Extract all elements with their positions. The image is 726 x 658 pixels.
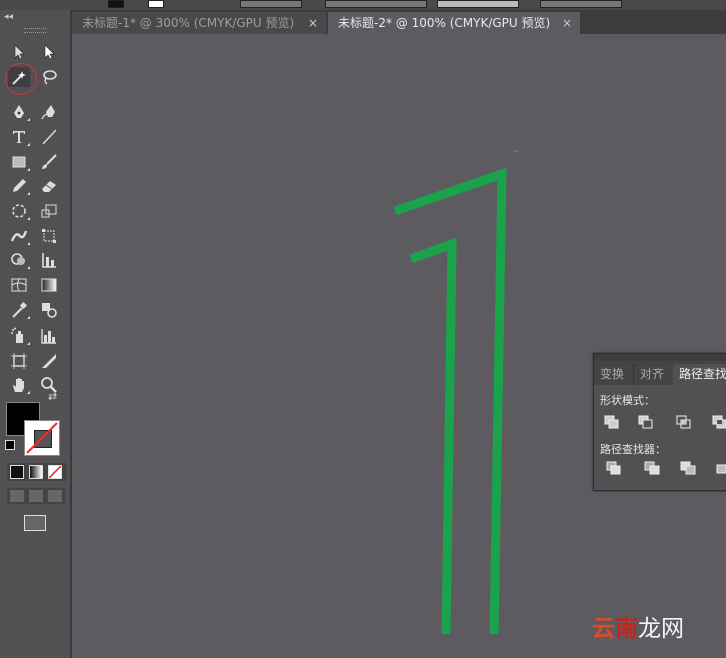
column-graph-tool-icon[interactable] <box>38 326 60 346</box>
collapse-panel-button[interactable]: ◂◂ <box>4 12 13 22</box>
direct-selection-tool-icon[interactable] <box>38 42 60 62</box>
curvature-tool-icon[interactable] <box>38 102 60 122</box>
artwork-svg <box>393 150 518 635</box>
draw-behind-icon[interactable] <box>29 490 43 502</box>
lasso-tool-icon[interactable] <box>38 67 60 87</box>
rectangle-tool-icon[interactable] <box>8 152 30 172</box>
crop-icon[interactable] <box>716 460 726 476</box>
selection-tool-icon[interactable] <box>8 42 30 62</box>
control-fill-swatch[interactable] <box>108 0 124 8</box>
shape-builder-tool-icon[interactable] <box>8 250 30 270</box>
tab-label: 未标题-2* @ 100% (CMYK/GPU 预览) <box>338 16 551 30</box>
perspective-grid-tool-icon[interactable] <box>38 250 60 270</box>
no-stroke-slash-icon <box>26 422 58 454</box>
pathfinders-label: 路径查找器： <box>600 443 666 456</box>
minus-front-icon[interactable] <box>638 414 656 430</box>
watermark-logo: 云南龙网 <box>592 614 684 644</box>
artboard-tool-icon[interactable] <box>8 351 30 371</box>
watermark-part-1: 云 <box>592 616 615 642</box>
swap-fill-stroke-icon[interactable]: ⇄ <box>48 390 57 403</box>
scale-tool-icon[interactable] <box>38 201 60 221</box>
control-stroke-swatch[interactable] <box>148 0 164 8</box>
tab-label: 未标题-1* @ 300% (CMYK/GPU 预览) <box>82 16 295 30</box>
control-brush-definition[interactable] <box>437 0 519 8</box>
control-variable-width[interactable] <box>325 0 427 8</box>
default-fill-stroke-icon[interactable] <box>5 440 15 450</box>
unite-icon[interactable] <box>604 414 622 430</box>
hand-tool-icon[interactable] <box>8 375 30 395</box>
tab-pathfinder[interactable]: 路径查找 <box>673 364 726 385</box>
close-icon[interactable]: × <box>308 12 318 34</box>
drawing-mode-row <box>7 488 65 504</box>
line-segment-tool-icon[interactable] <box>38 127 60 147</box>
tab-transform[interactable]: 变换 <box>594 364 632 385</box>
none-button[interactable] <box>48 465 62 479</box>
tab-document-1[interactable]: 未标题-1* @ 300% (CMYK/GPU 预览) × <box>72 12 326 34</box>
draw-inside-icon[interactable] <box>48 490 62 502</box>
eraser-tool-icon[interactable] <box>38 176 60 196</box>
paintbrush-tool-icon[interactable] <box>38 152 60 172</box>
pen-tool-icon[interactable] <box>8 102 30 122</box>
blend-tool-icon[interactable] <box>38 300 60 320</box>
merge-icon[interactable] <box>680 460 698 476</box>
control-opacity[interactable] <box>540 0 622 8</box>
none-slash-icon <box>49 466 61 478</box>
document-tab-bar: 未标题-1* @ 300% (CMYK/GPU 预览) × 未标题-2* @ 1… <box>72 10 726 34</box>
type-tool-icon[interactable] <box>8 127 30 147</box>
screen-mode-icon[interactable] <box>24 515 46 531</box>
gradient-tool-icon[interactable] <box>38 275 60 295</box>
gradient-button[interactable] <box>29 465 43 479</box>
tools-panel: ◂◂ ⇄ <box>0 10 72 658</box>
symbol-sprayer-tool-icon[interactable] <box>8 326 30 346</box>
artboard-canvas[interactable] <box>72 34 726 658</box>
draw-normal-icon[interactable] <box>10 490 24 502</box>
panel-grip[interactable] <box>24 28 46 33</box>
close-icon[interactable]: × <box>562 12 572 34</box>
tab-document-2[interactable]: 未标题-2* @ 100% (CMYK/GPU 预览) × <box>328 12 580 34</box>
stroke-color-swatch[interactable] <box>24 420 60 456</box>
control-stroke-weight[interactable] <box>240 0 302 8</box>
mesh-tool-icon[interactable] <box>8 275 30 295</box>
intersect-icon[interactable] <box>676 414 694 430</box>
divide-icon[interactable] <box>606 460 624 476</box>
highlight-circle <box>5 63 37 95</box>
pencil-tool-icon[interactable] <box>8 176 30 196</box>
tab-align[interactable]: 对齐 <box>633 364 671 385</box>
shape-modes-label: 形状模式： <box>600 394 655 407</box>
width-tool-icon[interactable] <box>8 226 30 246</box>
pathfinder-panel: 变换 对齐 路径查找 形状模式： 路径查找器： <box>593 353 726 491</box>
rotate-tool-icon[interactable] <box>8 201 30 221</box>
exclude-icon[interactable] <box>712 414 726 430</box>
panel-title-grip[interactable] <box>594 354 726 361</box>
digit-inner-stroke <box>409 237 457 635</box>
watermark-part-2: 南 <box>615 616 638 642</box>
color-button[interactable] <box>10 465 24 479</box>
color-mode-row <box>7 463 67 481</box>
watermark-part-3: 龙网 <box>638 616 684 642</box>
slice-tool-icon[interactable] <box>38 351 60 371</box>
eyedropper-tool-icon[interactable] <box>8 300 30 320</box>
trim-icon[interactable] <box>644 460 662 476</box>
free-transform-tool-icon[interactable] <box>38 226 60 246</box>
panel-tab-bar: 变换 对齐 路径查找 <box>594 361 726 385</box>
